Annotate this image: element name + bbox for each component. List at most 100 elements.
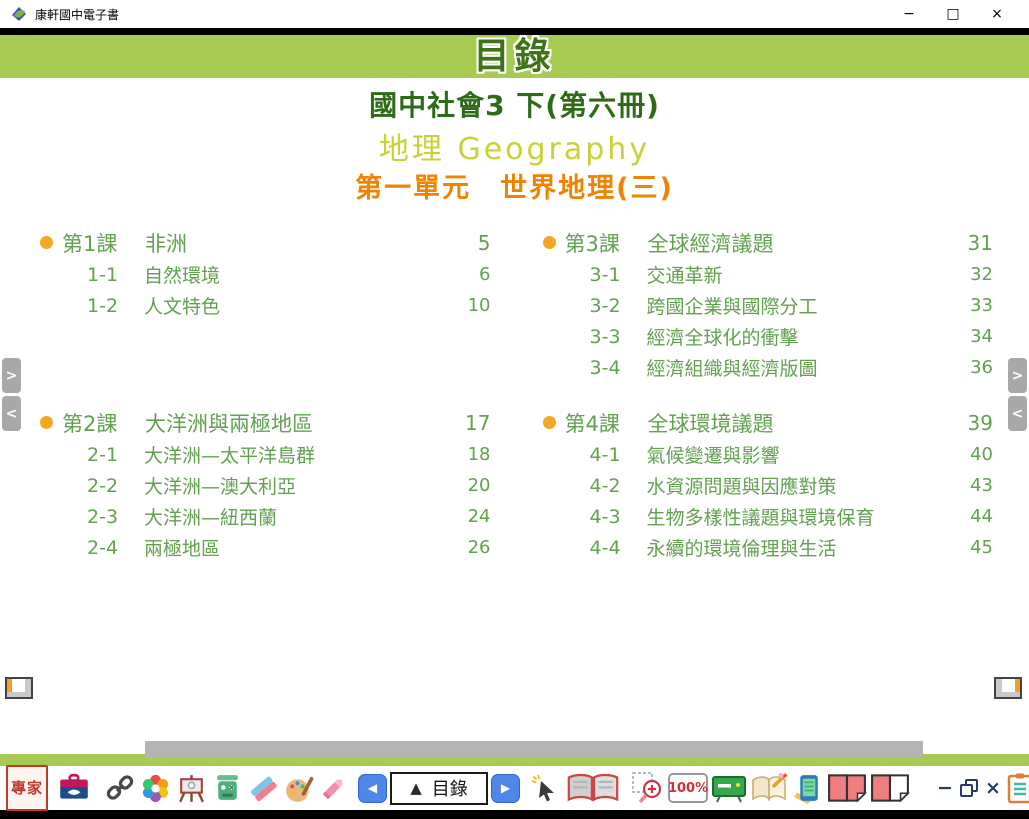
horizontal-scrollbar[interactable]	[145, 741, 923, 758]
sub-title: 氣候變遷與影響	[647, 441, 958, 468]
page-corner-right-icon[interactable]	[994, 677, 1022, 699]
toc-sub-row[interactable]: 3-1 交通革新 32	[543, 259, 994, 290]
sub-number: 4-3	[590, 506, 647, 528]
flower-stamp-icon[interactable]	[139, 770, 172, 806]
sub-number: 4-2	[590, 475, 647, 497]
toolbar-restore-button[interactable]	[958, 770, 980, 806]
book-title: 國中社會3 下(第六冊)	[0, 84, 1029, 124]
expert-button-left[interactable]: 專家	[6, 765, 48, 811]
sub-page: 43	[957, 475, 993, 496]
toc-sub-row[interactable]: 4-1 氣候變遷與影響 40	[543, 439, 994, 470]
toc-lesson-row[interactable]: 第4課 全球環境議題 39	[543, 406, 994, 439]
sub-page: 10	[455, 295, 491, 316]
window-close-button[interactable]: ×	[975, 6, 1019, 22]
toc-sub-row[interactable]: 3-3 經濟全球化的衝擊 34	[543, 321, 994, 352]
sub-title: 經濟組織與經濟版圖	[647, 354, 958, 381]
zoom-level-indicator[interactable]: 100%	[668, 773, 708, 803]
left-panel-collapse-button[interactable]: <	[2, 396, 21, 431]
single-page-view-icon[interactable]	[870, 770, 910, 806]
toc-sub-row[interactable]: 3-4 經濟組織與經濟版圖 36	[543, 352, 994, 383]
sub-page: 44	[957, 506, 993, 527]
toc-sub-row[interactable]: 4-4 永續的環境倫理與生活 45	[543, 532, 994, 563]
workbook-icon[interactable]	[750, 770, 788, 806]
next-page-button[interactable]: ▶	[491, 774, 520, 803]
right-panel-expand-button[interactable]: >	[1008, 358, 1027, 393]
lesson-page: 39	[957, 411, 993, 435]
chalkboard-icon[interactable]	[711, 770, 747, 806]
sub-number: 3-2	[590, 295, 647, 317]
notes-clipboard-icon[interactable]	[1006, 770, 1029, 806]
sub-page: 40	[957, 444, 993, 465]
lesson-number: 第4課	[565, 408, 648, 438]
sub-number: 2-4	[87, 537, 144, 559]
sub-page: 45	[957, 537, 993, 558]
sub-title: 水資源問題與因應對策	[647, 472, 958, 499]
lesson-title: 全球經濟議題	[648, 228, 958, 258]
page-menu-arrow-icon: ▲	[410, 779, 422, 797]
page-select-box[interactable]: ▲ 目錄	[390, 772, 488, 805]
app-window: 康軒國中電子書 − □ × 目錄 國中社會3 下(第六冊) 地理 Geograp…	[0, 0, 1029, 819]
toolbar-minimize-button[interactable]: −	[935, 770, 955, 806]
sub-page: 32	[957, 264, 993, 285]
sub-title: 交通革新	[647, 261, 958, 288]
eraser-icon[interactable]	[247, 770, 280, 806]
toc-lesson-row[interactable]: 第1課 非洲 5	[40, 226, 491, 259]
prev-page-button[interactable]: ◀	[358, 774, 387, 803]
toc-column: 第1課 非洲 5 1-1 自然環境 6 1-2 人文特色 10 第2課 大洋洲與…	[40, 226, 491, 563]
sub-number: 2-2	[87, 475, 144, 497]
sub-page: 6	[455, 264, 491, 285]
sub-title: 生物多樣性議題與環境保育	[647, 503, 958, 530]
sub-title: 兩極地區	[144, 534, 455, 561]
cursor-tool-icon[interactable]	[529, 770, 561, 806]
ebook-phone-icon[interactable]	[791, 770, 824, 806]
bullet-icon	[543, 416, 556, 429]
toc-sub-row[interactable]: 2-2 大洋洲—澳大利亞 20	[40, 470, 491, 501]
sub-title: 大洋洲—澳大利亞	[144, 472, 455, 499]
toc-sub-row[interactable]: 4-3 生物多樣性議題與環境保育 44	[543, 501, 994, 532]
page-title: 目錄	[473, 36, 555, 77]
toc-sub-row[interactable]: 4-2 水資源問題與因應對策 43	[543, 470, 994, 501]
window-maximize-button[interactable]: □	[931, 6, 975, 22]
left-panel-expand-button[interactable]: >	[2, 358, 21, 393]
easel-icon[interactable]	[175, 770, 208, 806]
app-title: 康軒國中電子書	[35, 6, 119, 23]
toc-sub-row[interactable]: 3-2 跨國企業與國際分工 33	[543, 290, 994, 321]
sub-title: 大洋洲—太平洋島群	[144, 441, 455, 468]
toc-sub-row[interactable]: 1-2 人文特色 10	[40, 290, 491, 321]
sub-page: 34	[957, 326, 993, 347]
toc-sub-row[interactable]: 2-4 兩極地區 26	[40, 532, 491, 563]
sub-title: 大洋洲—紐西蘭	[144, 503, 455, 530]
sub-rows: 1-1 自然環境 6 1-2 人文特色 10	[40, 259, 491, 321]
toc-column: 第3課 全球經濟議題 31 3-1 交通革新 32 3-2 跨國企業與國際分工 …	[543, 226, 994, 563]
book-spread-icon[interactable]	[564, 770, 622, 806]
right-panel-collapse-button[interactable]: <	[1008, 396, 1027, 431]
subject-title: 地理 Geography	[0, 124, 1029, 168]
toc-sub-row[interactable]: 2-1 大洋洲—太平洋島群 18	[40, 439, 491, 470]
sub-page: 18	[455, 444, 491, 465]
window-minimize-button[interactable]: −	[887, 6, 931, 22]
toc-lesson-row[interactable]: 第3課 全球經濟議題 31	[543, 226, 994, 259]
left-edge-nav: > <	[2, 358, 21, 431]
palette-icon[interactable]	[283, 770, 316, 806]
robot-trash-icon[interactable]	[211, 770, 244, 806]
toc-sub-row[interactable]: 1-1 自然環境 6	[40, 259, 491, 290]
toolbox-icon[interactable]	[57, 770, 91, 806]
toc-lesson-row[interactable]: 第2課 大洋洲與兩極地區 17	[40, 406, 491, 439]
toolbar-close-button[interactable]: ×	[983, 770, 1003, 806]
app-logo-icon	[10, 5, 28, 23]
toc-section: 第1課 非洲 5 1-1 自然環境 6 1-2 人文特色 10	[40, 226, 491, 398]
toc-sub-row[interactable]: 2-3 大洋洲—紐西蘭 24	[40, 501, 491, 532]
toc-columns: 第1課 非洲 5 1-1 自然環境 6 1-2 人文特色 10 第2課 大洋洲與…	[40, 226, 993, 563]
link-icon[interactable]	[104, 770, 136, 806]
sub-number: 4-4	[590, 537, 647, 559]
sub-rows: 4-1 氣候變遷與影響 40 4-2 水資源問題與因應對策 43 4-3 生物多…	[543, 439, 994, 563]
page-corner-left-icon[interactable]	[5, 677, 33, 699]
two-page-view-icon[interactable]	[827, 770, 867, 806]
lesson-page: 17	[455, 411, 491, 435]
toc-section: 第4課 全球環境議題 39 4-1 氣候變遷與影響 40 4-2 水資源問題與因…	[543, 406, 994, 563]
sub-number: 2-1	[87, 444, 144, 466]
zoom-in-icon[interactable]	[631, 770, 665, 806]
lesson-title: 大洋洲與兩極地區	[145, 408, 455, 438]
highlighter-icon[interactable]	[319, 770, 349, 806]
bottom-black-strip	[0, 810, 1029, 819]
